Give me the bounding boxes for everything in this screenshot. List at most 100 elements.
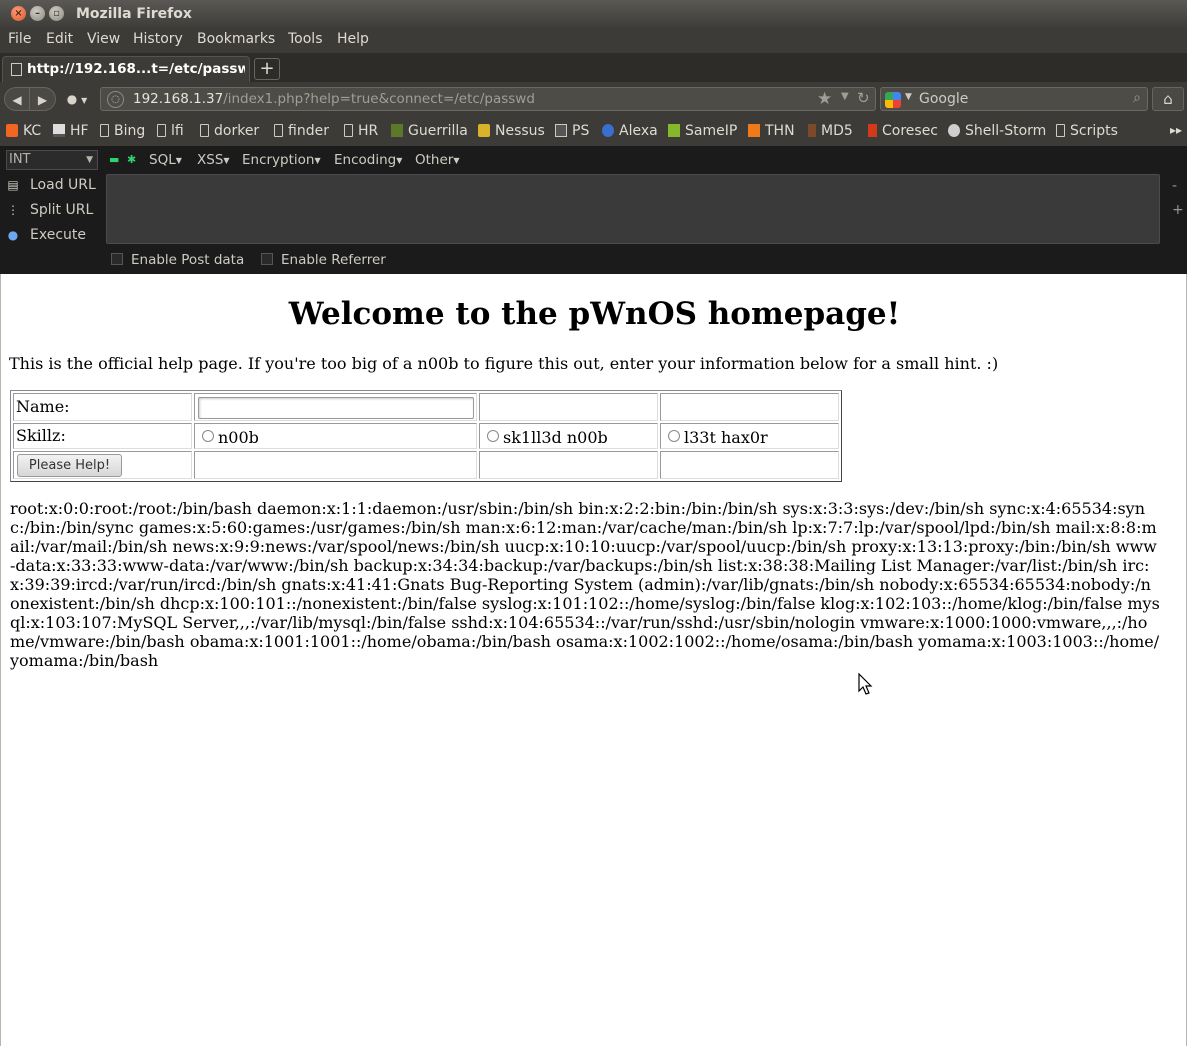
bookmark-label: lfi <box>171 123 184 139</box>
bookmark-label: Coresec <box>882 123 939 139</box>
bookmark-dorker[interactable]: dorker <box>200 123 259 139</box>
blogger-icon <box>6 124 18 137</box>
menu-encryption[interactable]: Encryption▼ <box>242 152 321 168</box>
bookmark-label: THN <box>765 123 795 139</box>
passwd-file-output: root:x:0:0:root:/root:/bin/bash daemon:x… <box>10 499 1160 670</box>
enable-referrer-checkbox[interactable]: Enable Referrer <box>261 252 386 268</box>
url-text[interactable]: 192.168.1.37/index1.php?help=true&connec… <box>133 91 535 107</box>
back-button[interactable]: ◀ <box>4 87 30 111</box>
chevron-down-icon: ▼ <box>396 156 403 165</box>
radio-n00b[interactable] <box>202 430 214 442</box>
menu-edit[interactable]: Edit <box>46 31 73 47</box>
tab-passwd[interactable]: http://192.168...t=/etc/passwd <box>2 56 250 82</box>
url-bar[interactable]: ◌ 192.168.1.37/index1.php?help=true&conn… <box>100 87 876 111</box>
checkbox-box[interactable] <box>111 253 123 265</box>
forward-button[interactable]: ▶ <box>30 87 56 111</box>
bookmark-label: dorker <box>214 123 260 139</box>
bookmark-label: HF <box>70 123 89 139</box>
bookmark-label: Alexa <box>619 123 658 139</box>
bookmark-shell-storm[interactable]: Shell-Storm <box>948 123 1046 139</box>
maximize-window-button[interactable]: ▫ <box>49 6 64 21</box>
search-bar[interactable]: ▼ Google ⌕ <box>880 87 1148 111</box>
menu-tools[interactable]: Tools <box>288 31 323 47</box>
menu-view[interactable]: View <box>87 31 120 47</box>
search-icon[interactable]: ⌕ <box>1133 90 1141 106</box>
tab-title: http://192.168...t=/etc/passwd <box>27 61 245 77</box>
enable-post-data-checkbox[interactable]: Enable Post data <box>111 252 244 268</box>
more-bookmarks-chevron-icon[interactable]: ▸▸ <box>1170 123 1182 137</box>
nessus-icon <box>478 124 490 137</box>
chevron-down-icon: ▼ <box>453 156 460 165</box>
bookmark-guerrilla[interactable]: Guerrilla <box>391 123 468 139</box>
bookmark-label: HR <box>358 123 379 139</box>
bookmark-label: Guerrilla <box>408 123 468 139</box>
minimize-window-button[interactable]: – <box>30 6 45 21</box>
new-tab-button[interactable]: + <box>254 58 280 80</box>
google-logo-icon[interactable] <box>885 92 901 108</box>
bookmark-hf[interactable]: HF <box>53 123 89 139</box>
bookmark-coresec[interactable]: Coresec <box>868 123 938 139</box>
bookmark-nessus[interactable]: Nessus <box>478 123 545 139</box>
bookmark-scripts[interactable]: Scripts <box>1056 123 1118 139</box>
bookmark-md5[interactable]: MD5 <box>808 123 853 139</box>
shrink-textarea-button[interactable]: - <box>1172 178 1177 194</box>
radio-l33t-hax0r[interactable] <box>668 430 680 442</box>
menu-sql[interactable]: SQL▼ <box>149 152 182 168</box>
bookmark-thn[interactable]: THN <box>748 123 795 139</box>
bookmark-lfi[interactable]: lfi <box>157 123 184 139</box>
page-icon <box>157 124 166 137</box>
bookmark-label: MD5 <box>821 123 853 139</box>
page-icon <box>1056 124 1065 137</box>
increment-icon[interactable]: ✱ <box>127 153 136 166</box>
bookmark-bing[interactable]: Bing <box>100 123 145 139</box>
help-form-table: Name: Skillz: n00b sk1ll3d n00b l33t hax… <box>10 390 842 482</box>
reload-icon[interactable]: ↻ <box>857 89 870 107</box>
home-button[interactable]: ⌂ <box>1152 87 1184 111</box>
hackbar-type-select[interactable]: INT ▼ <box>6 150 98 170</box>
menu-xss[interactable]: XSS▼ <box>197 152 230 168</box>
name-label: Name: <box>16 397 70 416</box>
please-help-button[interactable]: Please Help! <box>17 454 122 477</box>
menu-bookmarks[interactable]: Bookmarks <box>197 31 275 47</box>
bookmark-sameip[interactable]: SameIP <box>668 123 737 139</box>
expand-textarea-button[interactable]: + <box>1172 202 1184 218</box>
hackbar-url-textarea[interactable] <box>106 174 1160 244</box>
search-engine-dropdown-icon[interactable]: ▼ <box>905 92 912 102</box>
site-identity-icon[interactable]: ◌ <box>107 91 124 108</box>
url-host: 192.168.1.37 <box>133 91 224 107</box>
execute-button[interactable]: ● Execute <box>6 227 86 243</box>
menu-file[interactable]: File <box>8 31 31 47</box>
split-url-button[interactable]: ⋮ Split URL <box>6 202 93 218</box>
mouse-pointer-icon <box>858 673 873 695</box>
search-input[interactable]: Google <box>919 91 968 107</box>
menu-other[interactable]: Other▼ <box>415 152 460 168</box>
radio-sk1ll3d-n00b[interactable] <box>487 430 499 442</box>
menu-encoding[interactable]: Encoding▼ <box>334 152 402 168</box>
name-input[interactable] <box>198 397 474 419</box>
bookmark-kc[interactable]: KC <box>6 123 41 139</box>
menu-history[interactable]: History <box>133 31 183 47</box>
bookmark-label: Nessus <box>495 123 545 139</box>
menu-label: SQL <box>149 152 176 168</box>
close-window-button[interactable]: × <box>11 6 26 21</box>
skillz-label: Skillz: <box>16 426 66 445</box>
intro-text: This is the official help page. If you'r… <box>9 354 999 373</box>
bookmark-hr[interactable]: HR <box>344 123 378 139</box>
load-url-button[interactable]: ▤ Load URL <box>6 177 95 193</box>
window-titlebar: × – ▫ Mozilla Firefox <box>0 0 1187 28</box>
bookmark-alexa[interactable]: Alexa <box>602 123 658 139</box>
bookmark-finder[interactable]: finder <box>274 123 329 139</box>
alexa-icon <box>602 124 614 137</box>
bookmark-star-icon[interactable]: ★ <box>817 89 832 109</box>
url-history-dropdown-icon[interactable]: ▼ <box>841 91 849 102</box>
menu-label: Encoding <box>334 152 397 168</box>
tab-strip: http://192.168...t=/etc/passwd + <box>0 53 1187 82</box>
history-dropdown-button[interactable]: ● ▼ <box>60 87 94 111</box>
name-label-cell: Name: <box>13 393 192 421</box>
bookmark-ps[interactable]: PS <box>555 123 589 139</box>
skillz-label-cell: Skillz: <box>13 423 192 449</box>
menu-help[interactable]: Help <box>337 31 369 47</box>
decrement-icon[interactable]: ▬ <box>109 153 119 166</box>
page-content: Welcome to the pWnOS homepage! This is t… <box>0 274 1187 1046</box>
checkbox-box[interactable] <box>261 253 273 265</box>
